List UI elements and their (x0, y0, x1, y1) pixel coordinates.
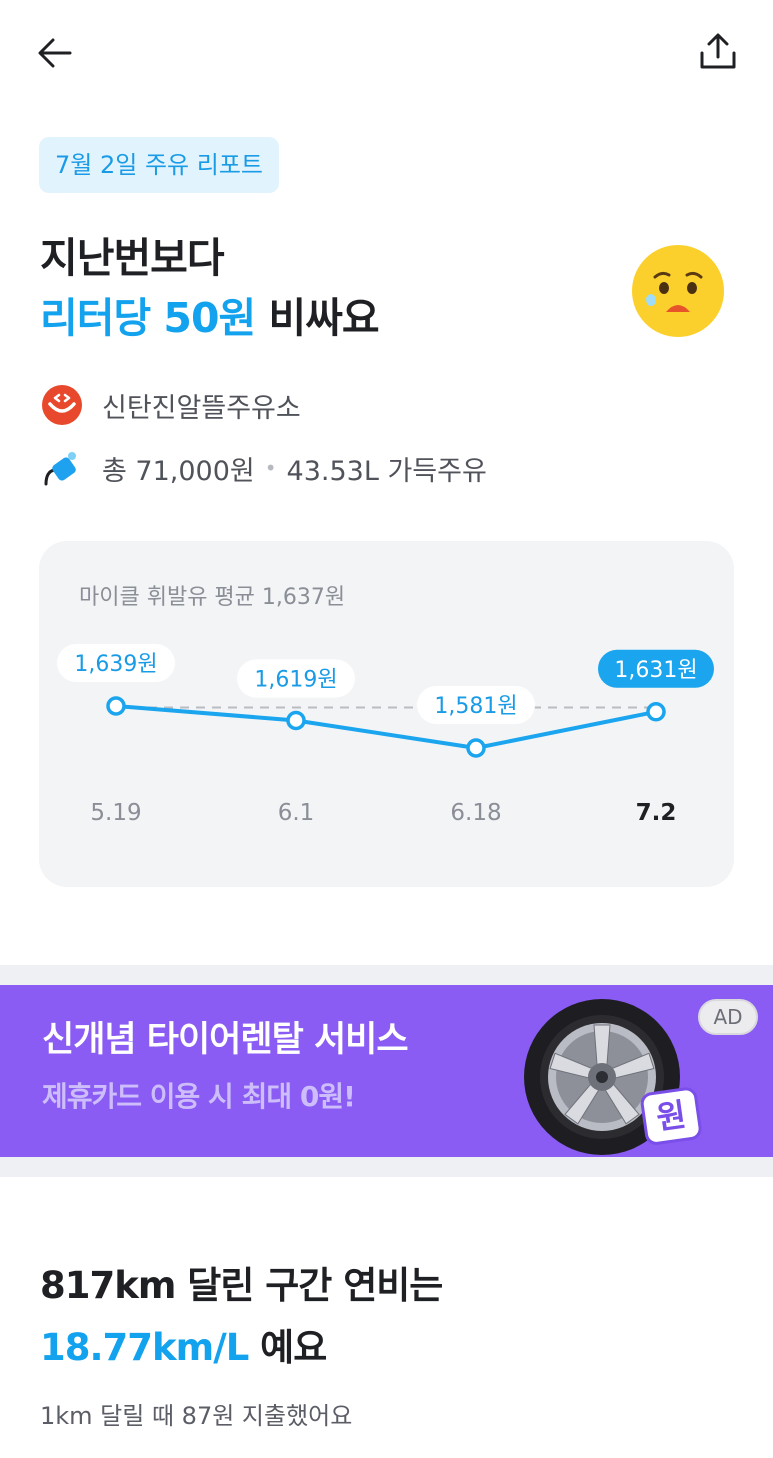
date-tick-label: 6.18 (450, 800, 501, 826)
ad-banner[interactable]: 신개념 타이어렌탈 서비스 제휴카드 이용 시 최대 0원! 원 AD (0, 985, 773, 1157)
arrow-left-icon (38, 38, 72, 68)
station-row: 신탄진알뜰주유소 (40, 382, 301, 428)
fuel-detail: 43.53L 가득주유 (286, 455, 487, 487)
ad-title: 신개념 타이어렌탈 서비스 (42, 1020, 409, 1060)
date-tick-label: 5.19 (90, 800, 141, 826)
price-data-point (286, 710, 306, 731)
top-bar (0, 0, 773, 104)
price-history-chart-card: 마이클 휘발유 평균 1,637원 1,639원 5.19 1,619원 6.1 1,5… (39, 541, 734, 887)
fuel-total: 총 71,000원 (102, 455, 255, 487)
date-tick-label: 7.2 (636, 800, 677, 826)
share-button[interactable] (692, 26, 744, 78)
headline-line1: 지난번보다 (40, 234, 225, 282)
back-button[interactable] (30, 28, 80, 78)
fuel-nozzle-icon (40, 446, 84, 490)
price-data-label: 1,639원 (74, 652, 157, 677)
price-data-label: 1,619원 (254, 667, 337, 692)
report-date-chip: 7월 2일 주유 리포트 (39, 137, 279, 193)
fuel-efficiency-headline: 817km 달린 구간 연비는 18.77km/L 예요 (40, 1255, 443, 1379)
fuel-summary-row: 총 71,000원 • 43.53L 가득주유 (40, 445, 487, 491)
efficiency-accent: 18.77km/L (40, 1326, 249, 1369)
efficiency-suffix: 예요 (248, 1326, 327, 1369)
ad-sticker-text: 원 (654, 1095, 688, 1137)
headline-suffix: 비싸요 (255, 294, 379, 342)
price-line-chart: 1,639원 5.19 1,619원 6.1 1,581원 6.18 1,631원 7.2 (57, 644, 714, 826)
ad-badge: AD (698, 999, 758, 1035)
share-icon (700, 33, 736, 69)
price-data-point (646, 702, 666, 722)
price-data-label: 1,581원 (434, 694, 517, 719)
price-data-point (106, 696, 126, 716)
price-data-point (466, 738, 486, 758)
cost-per-km-text: 1km 달릴 때 87원 지출했어요 (40, 1402, 353, 1430)
tire-wheel-image: 원 (524, 999, 702, 1155)
date-tick-label: 6.1 (278, 800, 315, 826)
station-name: 신탄진알뜰주유소 (102, 392, 301, 424)
efficiency-line1: 817km 달린 구간 연비는 (40, 1264, 443, 1307)
ad-subtitle: 제휴카드 이용 시 최대 0원! (42, 1080, 356, 1113)
station-logo-icon (40, 383, 84, 427)
sad-face-emoji-icon (632, 245, 724, 337)
price-data-label: 1,631원 (614, 658, 697, 683)
price-comparison-headline: 지난번보다 리터당 50원 비싸요 (40, 228, 380, 348)
separator-dot: • (264, 456, 277, 480)
price-series-line (115, 704, 657, 750)
headline-accent: 리터당 50원 (40, 294, 256, 342)
